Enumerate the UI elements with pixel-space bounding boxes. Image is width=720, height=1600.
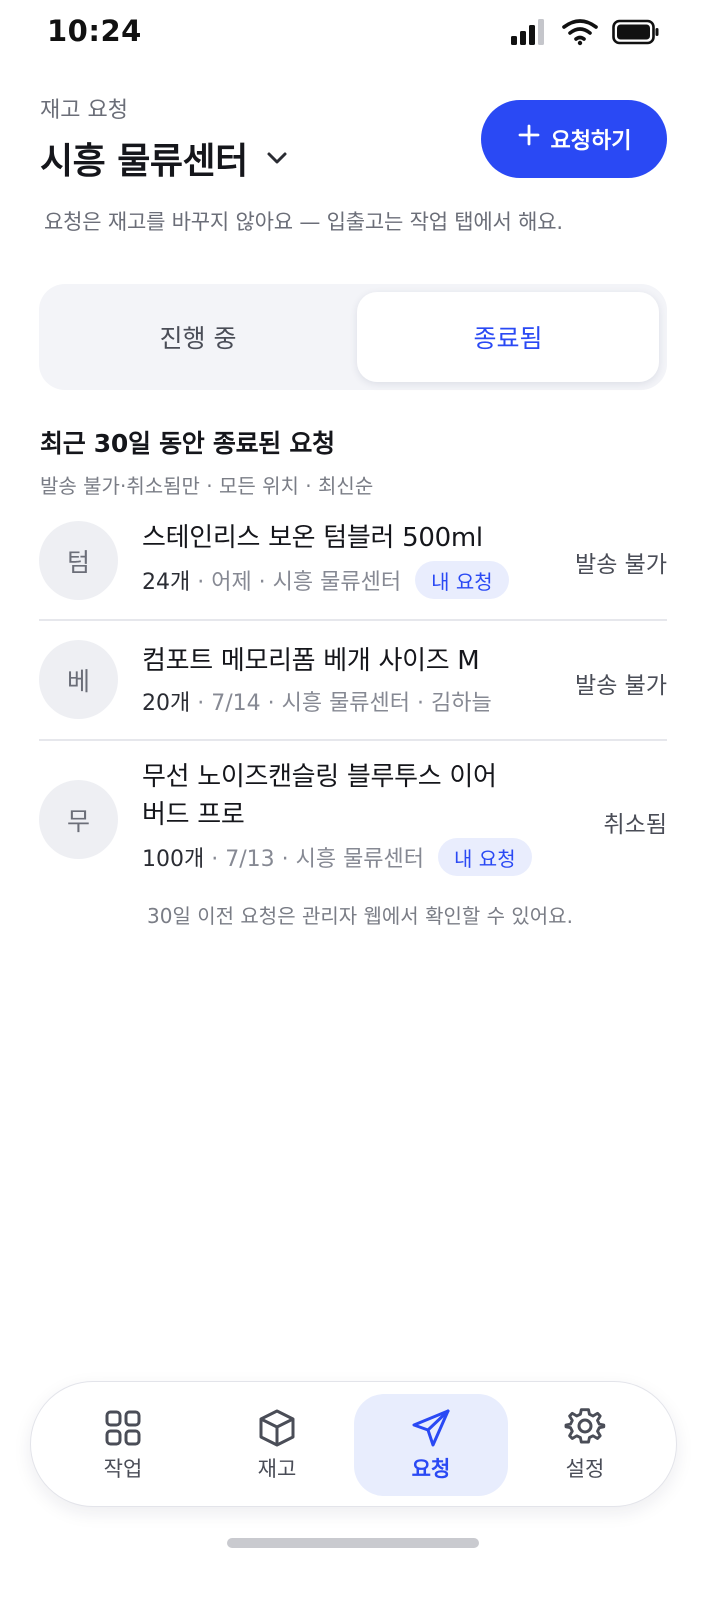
avatar: 무 xyxy=(39,780,118,859)
status-text: 취소됨 xyxy=(603,812,667,838)
page-eyebrow: 재고 요청 xyxy=(40,98,128,123)
status-time: 10:24 xyxy=(47,14,142,48)
new-request-label: 요청하기 xyxy=(550,129,632,154)
send-icon xyxy=(412,1409,450,1447)
avatar: 베 xyxy=(39,640,118,719)
plus-icon xyxy=(517,123,541,153)
battery-icon xyxy=(612,19,659,45)
gear-icon xyxy=(564,1408,606,1444)
item-quantity: 24개 xyxy=(142,570,191,595)
my-request-badge: 내 요청 xyxy=(438,838,532,876)
item-meta: 24개 · 어제 · 시흥 물류센터 내 요청 xyxy=(142,560,509,600)
footnote: 30일 이전 요청은 관리자 웹에서 확인할 수 있어요. xyxy=(147,904,573,928)
list-item[interactable]: 무 무선 노이즈캔슬링 블루투스 이어버드 프로 100개 · 7/13 · 시… xyxy=(39,741,667,891)
item-meta: 20개 · 7/14 · 시흥 물류센터 · 김하늘 xyxy=(142,681,492,721)
home-indicator xyxy=(227,1538,479,1548)
section-title: 최근 30일 동안 종료된 요청 xyxy=(40,429,335,458)
tab-in-progress[interactable]: 진행 중 xyxy=(47,292,349,382)
status-text: 발송 불가 xyxy=(575,552,667,578)
tab-inventory[interactable]: 재고 xyxy=(200,1394,354,1496)
item-details: · 7/14 · 시흥 물류센터 · 김하늘 xyxy=(190,691,492,716)
section-filter[interactable]: 발송 불가·취소됨만 · 모든 위치 · 최신순 xyxy=(40,470,373,499)
chevron-down-icon xyxy=(262,143,292,173)
list-item[interactable]: 베 컴포트 메모리폼 베개 사이즈 M 20개 · 7/14 · 시흥 물류센터… xyxy=(39,621,667,739)
location-selector[interactable]: 시흥 물류센터 xyxy=(40,132,292,184)
tab-label: 재고 xyxy=(257,1457,297,1481)
tab-requests[interactable]: 요청 xyxy=(354,1394,508,1496)
bottom-tab-bar: 작업 재고 요청 설정 xyxy=(30,1381,677,1507)
status-icons xyxy=(510,18,660,46)
status-segmented-control: 진행 중 종료됨 xyxy=(39,284,667,390)
tab-label: 요청 xyxy=(411,1457,451,1481)
my-request-badge: 내 요청 xyxy=(415,561,509,599)
item-quantity: 20개 xyxy=(142,691,191,716)
item-quantity: 100개 xyxy=(142,847,205,872)
header: 재고 요청 시흥 물류센터 요청하기 xyxy=(40,92,680,192)
wifi-icon xyxy=(562,19,598,46)
avatar: 텀 xyxy=(39,521,118,600)
hint-text: 요청은 재고를 바꾸지 않아요 — 입출고는 작업 탭에서 해요. xyxy=(44,210,563,234)
page-title: 시흥 물류센터 xyxy=(40,141,248,182)
box-icon xyxy=(259,1409,295,1447)
grid-icon xyxy=(105,1410,141,1446)
item-details: · 7/13 · 시흥 물류센터 xyxy=(204,847,425,872)
tab-label: 설정 xyxy=(565,1457,605,1481)
item-meta: 100개 · 7/13 · 시흥 물류센터 내 요청 xyxy=(142,837,532,877)
status-bar: 10:24 xyxy=(0,0,720,68)
tab-closed[interactable]: 종료됨 xyxy=(357,292,659,382)
tab-work[interactable]: 작업 xyxy=(46,1394,200,1496)
signal-icon xyxy=(511,19,544,45)
tab-label: 작업 xyxy=(103,1457,143,1481)
new-request-button[interactable]: 요청하기 xyxy=(481,100,667,178)
status-text: 발송 불가 xyxy=(575,673,667,699)
item-name: 스테인리스 보온 텀블러 500ml xyxy=(142,523,483,553)
item-name: 무선 노이즈캔슬링 블루투스 이어버드 프로 xyxy=(142,762,497,830)
item-details: · 어제 · 시흥 물류센터 xyxy=(190,570,402,595)
item-name: 컴포트 메모리폼 베개 사이즈 M xyxy=(142,646,480,676)
list-item[interactable]: 텀 스테인리스 보온 텀블러 500ml 24개 · 어제 · 시흥 물류센터 … xyxy=(39,500,667,620)
tab-settings[interactable]: 설정 xyxy=(508,1394,662,1496)
